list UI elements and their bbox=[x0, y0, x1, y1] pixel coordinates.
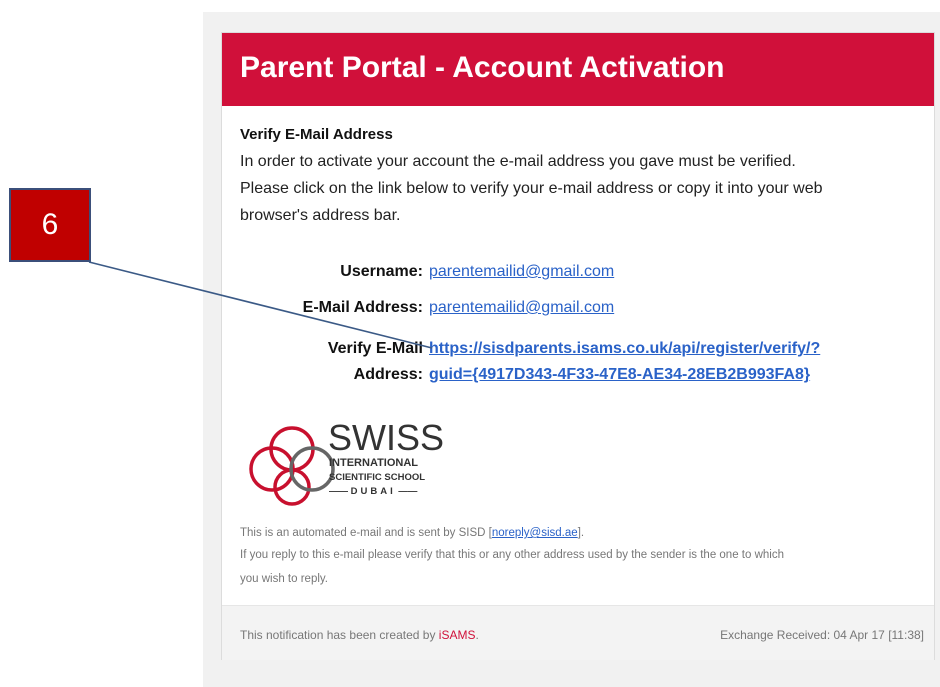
intro-text: In order to activate your account the e-… bbox=[240, 148, 920, 229]
disclaimer-line-2: If you reply to this e-mail please verif… bbox=[240, 549, 784, 561]
footer-created-prefix: This notification has been created by bbox=[240, 628, 439, 642]
email-address-link[interactable]: parentemailid@gmail.com bbox=[429, 299, 614, 317]
email-card: Parent Portal - Account Activation Verif… bbox=[221, 32, 935, 660]
footer-created-by: This notification has been created by iS… bbox=[240, 628, 479, 642]
logo-line-dubai: —— DUBAI —— bbox=[329, 486, 418, 497]
intro-line: Please click on the link below to verify… bbox=[240, 180, 823, 197]
username-link[interactable]: parentemailid@gmail.com bbox=[429, 263, 614, 281]
verify-label-line1: Verify E-Mail bbox=[327, 340, 423, 357]
disclaimer-line-3: you wish to reply. bbox=[240, 573, 328, 585]
intro-line: browser's address bar. bbox=[240, 207, 401, 224]
noreply-email-link[interactable]: noreply@sisd.ae bbox=[492, 527, 578, 539]
footer-created-suffix: . bbox=[475, 628, 479, 642]
footer-received: Exchange Received: 04 Apr 17 [11:38] bbox=[720, 628, 924, 642]
email-title: Parent Portal - Account Activation bbox=[240, 51, 725, 84]
logo-name: SWISS bbox=[328, 417, 445, 458]
username-row: Username: parentemailid@gmail.com bbox=[222, 263, 922, 285]
section-title: Verify E-Mail Address bbox=[240, 126, 393, 143]
email-banner: Parent Portal - Account Activation bbox=[222, 33, 934, 106]
email-address-label: E-Mail Address: bbox=[302, 299, 423, 316]
logo-dubai-text: DUBAI bbox=[350, 486, 396, 497]
verify-row: Verify E-Mail Address: https://sisdparen… bbox=[222, 340, 934, 390]
username-label: Username: bbox=[340, 263, 423, 280]
disclaimer-prefix: This is an automated e-mail and is sent … bbox=[240, 527, 492, 539]
annotation-callout-badge: 6 bbox=[9, 188, 91, 262]
email-footer: This notification has been created by iS… bbox=[222, 605, 934, 660]
email-address-row: E-Mail Address: parentemailid@gmail.com bbox=[222, 299, 922, 321]
disclaimer-suffix: ]. bbox=[577, 527, 585, 539]
logo-line-international: INTERNATIONAL bbox=[329, 457, 419, 469]
isams-brand-link[interactable]: iSAMS bbox=[439, 628, 476, 642]
intro-line: In order to activate your account the e-… bbox=[240, 153, 796, 170]
verify-label-line2: Address: bbox=[353, 366, 423, 383]
verify-link-line2[interactable]: guid={4917D343-4F33-47E8-AE34-28EB2B993F… bbox=[429, 366, 810, 384]
disclaimer-line-1: This is an automated e-mail and is sent … bbox=[240, 527, 584, 539]
verify-link-line1[interactable]: https://sisdparents.isams.co.uk/api/regi… bbox=[429, 340, 820, 358]
logo-line-scientific: SCIENTIFIC SCHOOL bbox=[329, 472, 426, 483]
